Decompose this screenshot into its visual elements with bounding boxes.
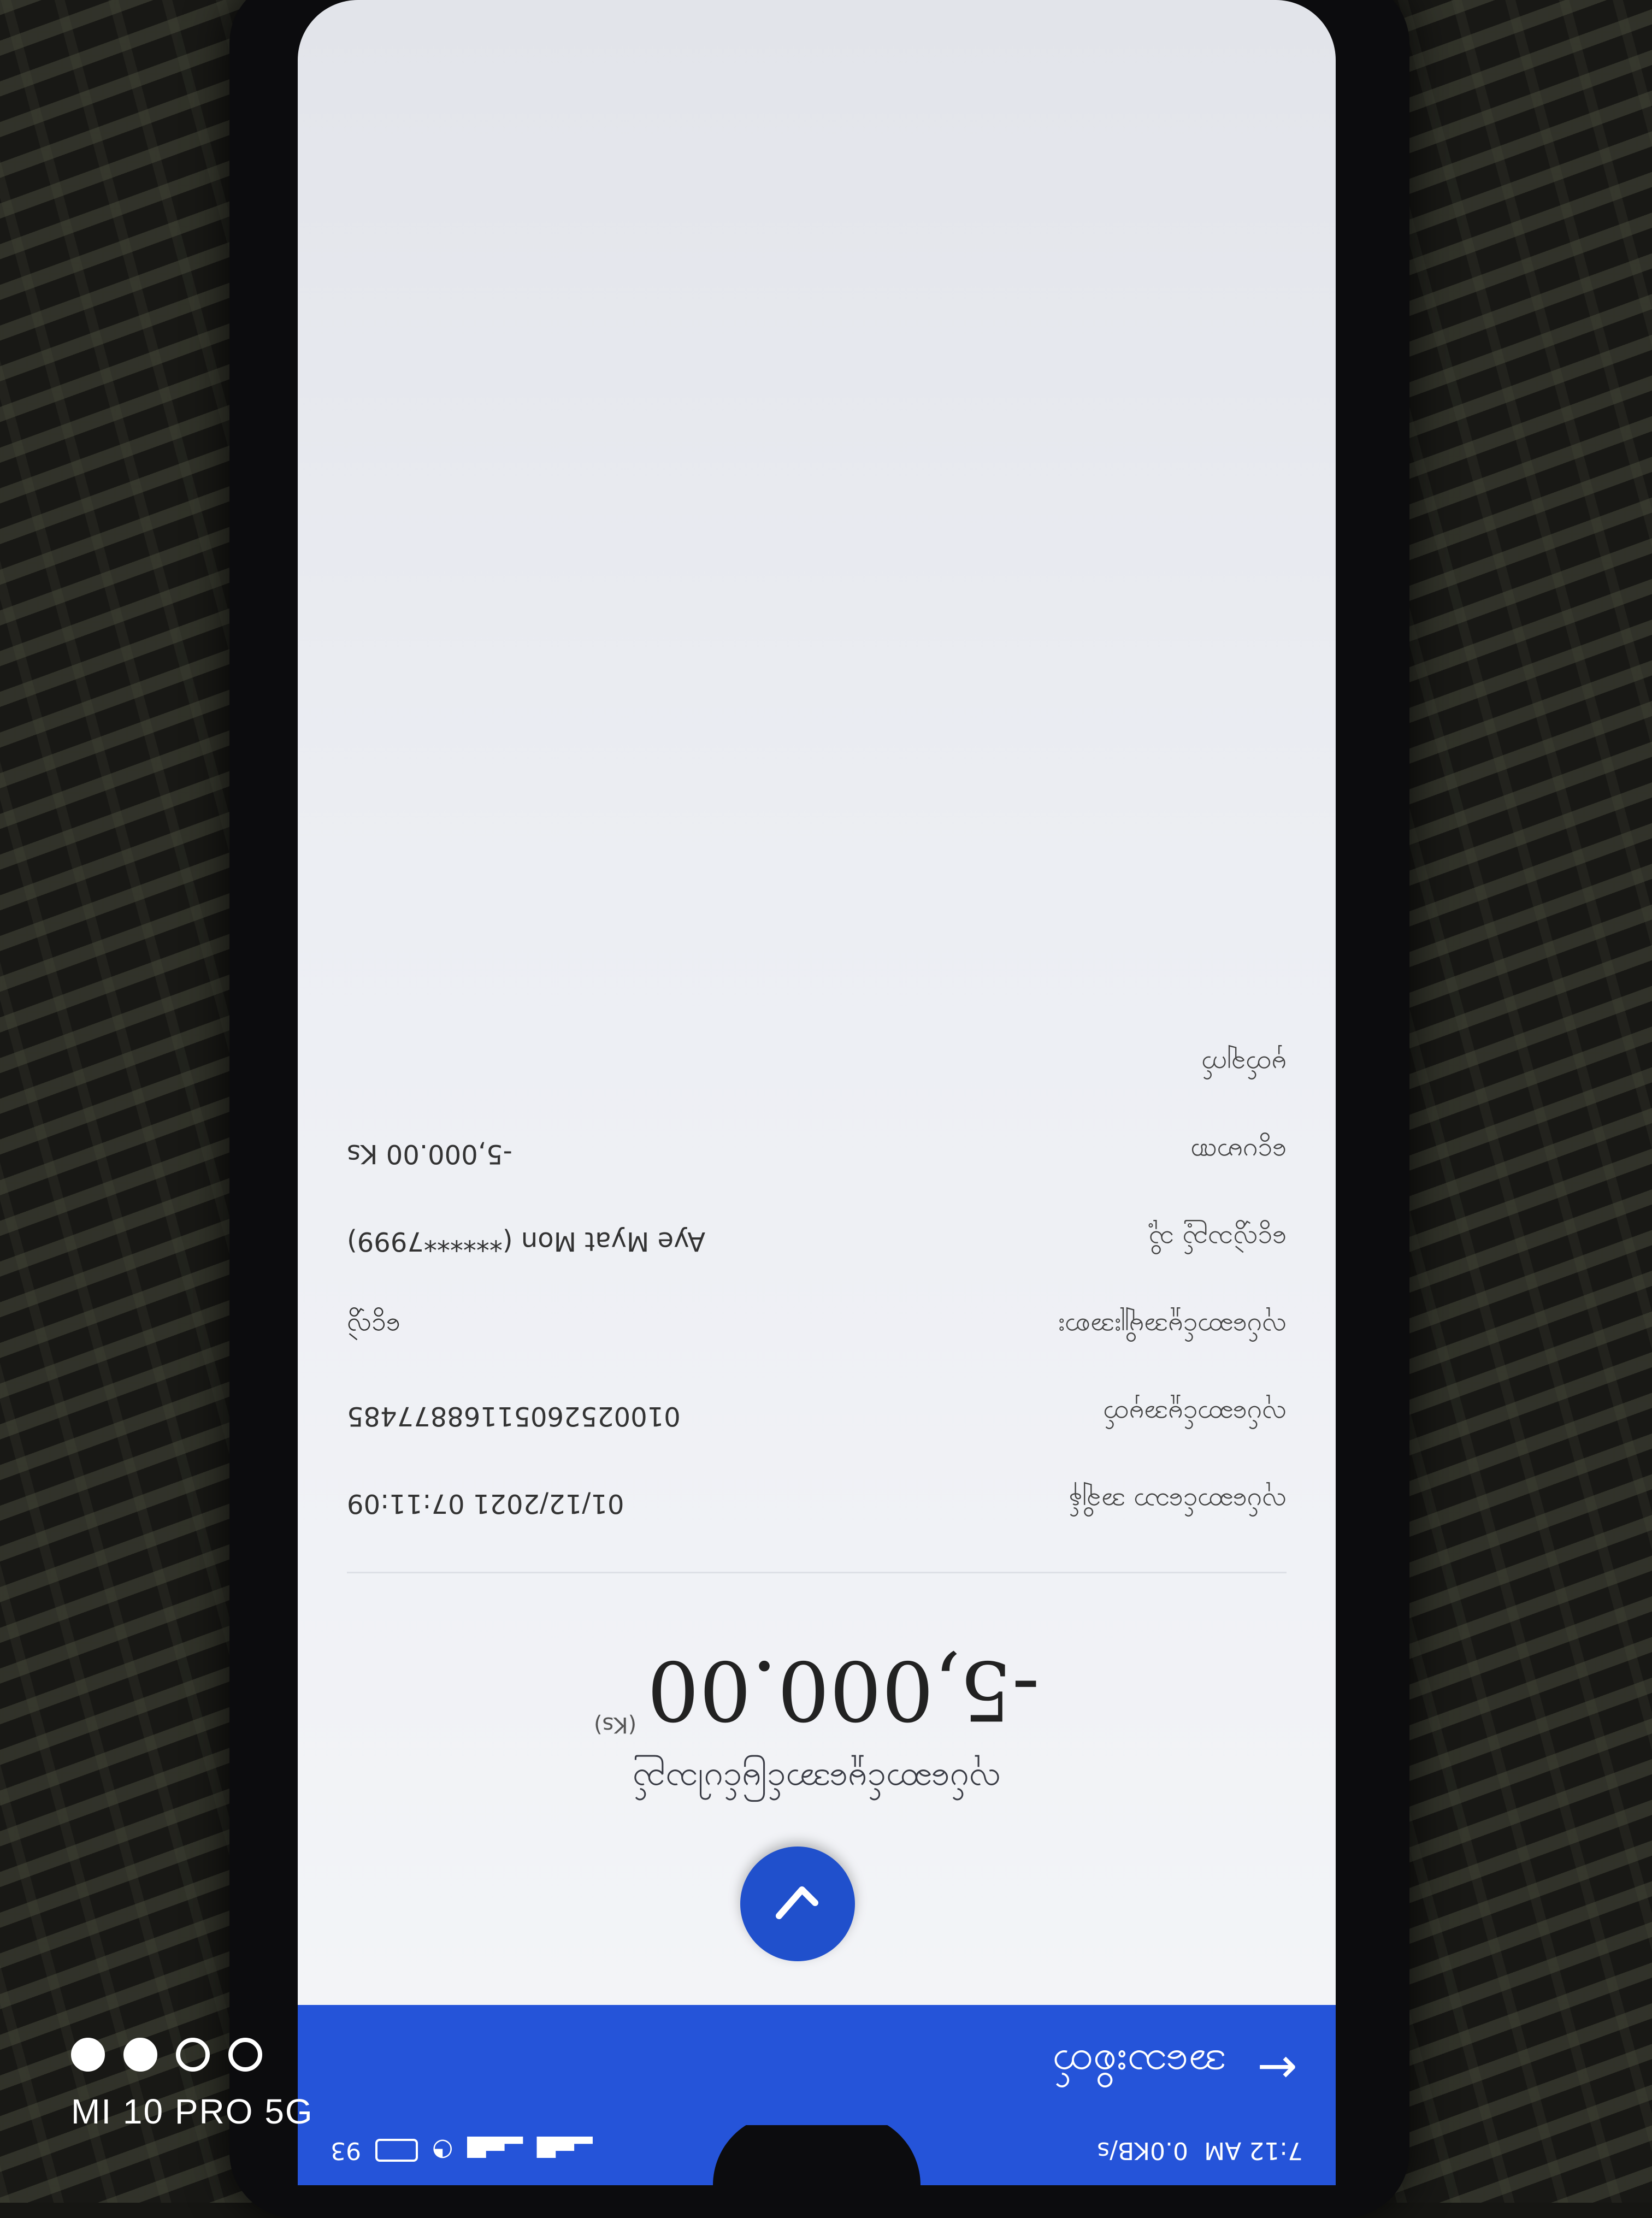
camera-watermark: MI 10 PRO 5G [71, 2038, 314, 2132]
dot-icon [123, 2038, 157, 2072]
status-icons: ▂▄▆ ▂▄▆ ◔ 93 [331, 2137, 592, 2164]
detail-label: ငွေလွှဲသည့် သို့ [1148, 1225, 1287, 1255]
battery-level: 93 [331, 2137, 361, 2164]
detail-value: 01/12/2021 07:11:09 [347, 1488, 624, 1519]
status-time: 7:12 AM [1204, 2137, 1303, 2164]
watermark-dots [71, 2038, 314, 2072]
check-icon [776, 1886, 818, 1919]
amount-row: -5,000.00 (Ks) [298, 1642, 1336, 1737]
network-speed: 0.0KB/s [1097, 2137, 1188, 2164]
detail-value: Aye Myat Mon (******7999) [347, 1226, 706, 1257]
detail-label: ငွေပမာဏ [1190, 1137, 1287, 1168]
detail-row-amount: ငွေပမာဏ -5,000.00 Ks [347, 1125, 1287, 1169]
dot-icon [71, 2038, 105, 2072]
divider [347, 1572, 1287, 1573]
watermark-text: MI 10 PRO 5G [71, 2092, 314, 2131]
detail-row-type: လုပ်ဆောင်မှုအမျိုးအစား ငွေလွှဲ [347, 1300, 1287, 1344]
detail-label: မှတ်ချက် [1201, 1050, 1287, 1081]
signal-icon-2: ▂▄▆ [467, 2137, 523, 2164]
detail-label: လုပ်ဆောင်မှုအမှတ် [1104, 1400, 1287, 1430]
phone-screen: 7:12 AM 0.0KB/s ▂▄▆ ▂▄▆ ◔ 93 ← အသေးစိတ် … [298, 0, 1336, 2185]
transaction-status: လုပ်ဆောင်မှုအောင်မြင်ပါသည် [632, 1762, 1001, 1802]
battery-icon [375, 2139, 418, 2162]
transaction-amount: -5,000.00 [647, 1642, 1040, 1737]
back-arrow-icon[interactable]: ← [1257, 2040, 1297, 2097]
detail-row-recipient: ငွေလွှဲသည့် သို့ Aye Myat Mon (******799… [347, 1213, 1287, 1257]
detail-row-transaction-id: လုပ်ဆောင်မှုအမှတ် 01002526051168877485 [347, 1388, 1287, 1431]
detail-row-time: လုပ်ဆောင်သော အချိန် 01/12/2021 07:11:09 [347, 1475, 1287, 1519]
detail-label: လုပ်ဆောင်မှုအမျိုးအစား [1058, 1312, 1287, 1343]
page-title: အသေးစိတ် [1053, 2041, 1226, 2090]
detail-row-note: မှတ်ချက် [347, 1038, 1287, 1082]
dot-icon [228, 2038, 262, 2072]
detail-value: ငွေလွှဲ [347, 1312, 400, 1343]
app-header: ← အသေးစိတ် [298, 2005, 1336, 2125]
currency-label: (Ks) [593, 1712, 637, 1737]
signal-icon: ▂▄▆ [536, 2137, 593, 2164]
detail-label: လုပ်ဆောင်သော အချိန် [1069, 1487, 1287, 1518]
detail-value: -5,000.00 Ks [347, 1139, 512, 1169]
success-check-badge [740, 1847, 855, 1961]
wifi-icon: ◔ [432, 2137, 453, 2164]
detail-value: 01002526051168877485 [347, 1401, 681, 1431]
dot-icon [176, 2038, 210, 2072]
